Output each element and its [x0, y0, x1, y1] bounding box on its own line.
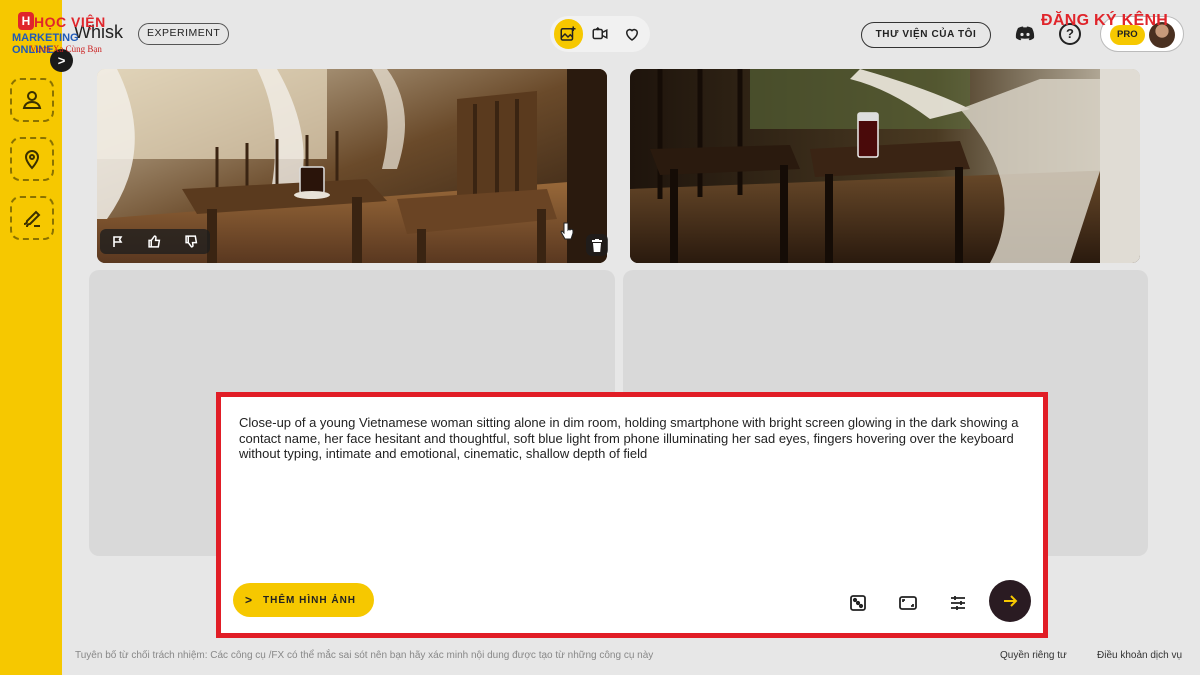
thumbs-up-button[interactable]	[147, 234, 163, 250]
aspect-ratio-button[interactable]	[898, 593, 918, 613]
subject-icon	[22, 91, 42, 109]
heart-icon	[625, 28, 638, 41]
style-icon	[23, 210, 41, 228]
image-actions-bar	[100, 229, 210, 254]
mode-switcher	[550, 16, 650, 52]
disclaimer-text: Tuyên bố từ chối trách nhiệm: Các công c…	[75, 650, 654, 661]
flag-icon	[113, 235, 123, 247]
randomize-button[interactable]	[848, 593, 868, 613]
video-mode-button[interactable]	[586, 19, 615, 49]
location-icon	[24, 150, 40, 170]
aspect-ratio-icon	[899, 596, 917, 610]
trash-icon	[592, 238, 602, 252]
arrow-right-icon	[1004, 595, 1018, 607]
logo-line1: HỌC VIỆN	[34, 14, 106, 30]
logo-mark: H	[18, 12, 34, 30]
discord-button[interactable]	[1013, 22, 1037, 46]
logo-tagline: Vươn Xa Cùng Bạn	[30, 44, 102, 54]
video-icon	[592, 27, 608, 40]
settings-button[interactable]	[948, 593, 968, 613]
thumbs-down-icon	[185, 235, 198, 248]
academy-logo-watermark: H HỌC VIỆN MARKETING ONLINE Vươn Xa Cùng…	[12, 10, 122, 56]
privacy-link[interactable]: Quyền riêng tư	[1000, 650, 1067, 661]
thumbs-down-button[interactable]	[184, 234, 200, 250]
my-library-button[interactable]: THƯ VIỆN CỦA TÔI	[861, 22, 991, 48]
style-button[interactable]	[10, 196, 54, 240]
porch-iced-drink-image	[630, 69, 1140, 263]
add-image-label: THÊM HÌNH ẢNH	[263, 594, 357, 606]
subscribe-watermark: ĐĂNG KÝ KÊNH	[1041, 12, 1169, 29]
send-button[interactable]	[989, 580, 1031, 622]
delete-image-button[interactable]	[586, 234, 608, 256]
add-image-icon	[560, 26, 576, 41]
location-button[interactable]	[10, 137, 54, 181]
settings-sliders-icon	[951, 596, 965, 610]
thumbs-up-icon	[148, 235, 161, 248]
prompt-composer: Close-up of a young Vietnamese woman sit…	[216, 392, 1048, 638]
prompt-input[interactable]: Close-up of a young Vietnamese woman sit…	[239, 415, 1029, 462]
favorites-button[interactable]	[617, 19, 646, 49]
subject-button[interactable]	[10, 78, 54, 122]
experiment-badge: EXPERIMENT	[138, 23, 230, 45]
discord-icon	[1015, 26, 1035, 41]
flag-button[interactable]	[110, 234, 126, 250]
dice-icon	[850, 595, 866, 611]
chevron-right-icon: >	[245, 593, 254, 607]
terms-link[interactable]: Điều khoản dịch vụ	[1097, 650, 1182, 661]
generated-image-2[interactable]	[630, 69, 1140, 263]
mouse-pointer-icon	[560, 222, 574, 240]
image-mode-button[interactable]	[554, 19, 583, 49]
add-image-button[interactable]: > THÊM HÌNH ẢNH	[233, 583, 374, 617]
